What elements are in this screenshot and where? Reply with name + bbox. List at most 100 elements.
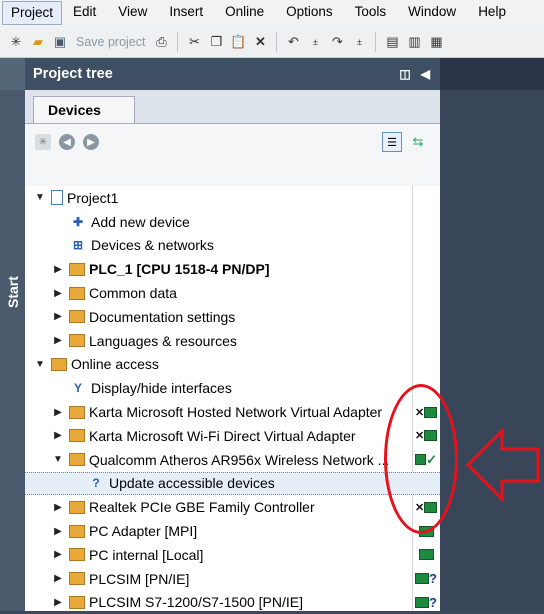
undo-dropdown-icon[interactable]: ±: [305, 32, 325, 52]
menu-insert[interactable]: Insert: [158, 0, 214, 26]
download-icon[interactable]: ▥: [404, 32, 424, 52]
tree-item-label: Online access: [71, 356, 159, 373]
toolbar-divider: [375, 31, 377, 52]
tree-item[interactable]: ▶ Karta Microsoft Hosted Network Virtual …: [25, 400, 440, 424]
tree-item[interactable]: ▼ Project1: [25, 186, 440, 210]
save-project-button[interactable]: Save project: [72, 35, 149, 49]
tree-item-label: Add new device: [91, 213, 190, 230]
toolbar-divider: [177, 31, 179, 52]
add-device-icon: ✚: [72, 214, 84, 229]
menu-help[interactable]: Help: [467, 0, 517, 26]
back-icon[interactable]: ◀: [59, 134, 75, 150]
new-item-icon[interactable]: ✳: [35, 134, 51, 150]
menu-edit[interactable]: Edit: [62, 0, 107, 26]
network-icon: [415, 546, 437, 564]
network-unknown-icon: ?: [415, 570, 437, 588]
upload-icon[interactable]: ▦: [426, 32, 446, 52]
menu-bar: Project Edit View Insert Online Options …: [0, 0, 544, 26]
tree-item-label: PC Adapter [MPI]: [89, 523, 198, 540]
tab-devices[interactable]: Devices: [33, 96, 135, 124]
expand-right-icon[interactable]: ▶: [51, 526, 65, 537]
expand-right-icon[interactable]: ▶: [51, 264, 65, 275]
overview-icon[interactable]: ⇆: [408, 132, 428, 152]
expand-right-icon[interactable]: ▶: [51, 549, 65, 560]
list-view-icon[interactable]: ☰: [382, 132, 402, 152]
plc-icon: [69, 262, 85, 276]
tree-item[interactable]: ▼ Qualcomm Atheros AR956x Wireless Networ…: [25, 448, 440, 472]
start-sidebar[interactable]: Start: [0, 58, 25, 611]
tree-item[interactable]: ✚ Add new device: [25, 210, 440, 234]
adapter-icon: [69, 429, 85, 443]
project-icon: [51, 190, 63, 206]
tree-item[interactable]: ? Update accessible devices: [25, 471, 440, 496]
tree-item[interactable]: ⊞ Devices & networks: [25, 234, 440, 258]
tree-toolbar: ✳ ◀ ▶ ☰ ⇆: [25, 123, 440, 186]
redo-icon[interactable]: ↷: [327, 32, 347, 52]
expand-right-icon[interactable]: ▶: [51, 407, 65, 418]
expand-right-icon[interactable]: ▶: [51, 573, 65, 584]
annotation-arrow-icon: [465, 427, 540, 503]
tree-item-label: Documentation settings: [89, 308, 236, 325]
tree-item-label: Languages & resources: [89, 332, 237, 349]
tree-item[interactable]: ▶ PC Adapter [MPI]: [25, 519, 440, 543]
tree-item[interactable]: ▶ PLC_1 [CPU 1518-4 PN/DP]: [25, 257, 440, 281]
tree-item[interactable]: ▼ Online access: [25, 353, 440, 377]
tree-item[interactable]: Y Display/hide interfaces: [25, 376, 440, 400]
tree-item-label: Common data: [89, 285, 177, 302]
collapse-panel-icon[interactable]: ◀: [421, 67, 430, 81]
tree-item[interactable]: ▶ Documentation settings: [25, 305, 440, 329]
undo-icon[interactable]: ↶: [283, 32, 303, 52]
tree-item-label: Qualcomm Atheros AR956x Wireless Network…: [89, 451, 390, 468]
languages-icon: [69, 334, 85, 348]
paste-icon[interactable]: 📋: [228, 32, 248, 52]
interface-icon: Y: [73, 381, 82, 396]
menu-project[interactable]: Project: [2, 1, 63, 25]
print-icon[interactable]: ⎙: [151, 32, 171, 52]
expand-right-icon[interactable]: ▶: [51, 430, 65, 441]
expand-down-icon[interactable]: ▼: [33, 359, 47, 370]
copy-icon[interactable]: ❐: [206, 32, 226, 52]
expand-right-icon[interactable]: ▶: [51, 335, 65, 346]
tree-item-label: Project1: [67, 189, 119, 206]
tree-item[interactable]: ▶ PLCSIM S7-1200/S7-1500 [PN/IE]?: [25, 591, 440, 614]
tree-item-label: Devices & networks: [91, 237, 214, 254]
project-tree-header: Project tree ◫ ◀: [25, 58, 440, 90]
open-project-icon[interactable]: ▰: [28, 32, 48, 52]
redo-dropdown-icon[interactable]: ±: [349, 32, 369, 52]
expand-right-icon[interactable]: ▶: [51, 502, 65, 513]
cut-icon[interactable]: ✂: [184, 32, 204, 52]
tree-item[interactable]: ▶ Karta Microsoft Wi-Fi Direct Virtual Ad…: [25, 424, 440, 448]
menu-window[interactable]: Window: [397, 0, 467, 26]
tree-item[interactable]: ▶ PLCSIM [PN/IE]?: [25, 567, 440, 591]
menu-view[interactable]: View: [107, 0, 158, 26]
menu-tools[interactable]: Tools: [344, 0, 398, 26]
tree-item-label: PLC_1 [CPU 1518-4 PN/DP]: [89, 261, 270, 278]
expand-right-icon[interactable]: ▶: [51, 597, 65, 608]
compile-icon[interactable]: ▤: [382, 32, 402, 52]
start-label[interactable]: Start: [5, 276, 21, 308]
menu-options[interactable]: Options: [275, 0, 344, 26]
expand-right-icon[interactable]: ▶: [51, 288, 65, 299]
tree-item[interactable]: ▶ Languages & resources: [25, 329, 440, 353]
tree-item[interactable]: ▶ Realtek PCIe GBE Family Controller ✕: [25, 495, 440, 519]
delete-icon[interactable]: ✕: [250, 32, 270, 52]
adapter-icon: [69, 548, 85, 562]
pin-panel-icon[interactable]: ◫: [399, 67, 410, 81]
tabs-area: Devices ✳ ◀ ▶ ☰ ⇆: [25, 90, 440, 186]
toolbar: ✳ ▰ ▣ Save project ⎙ ✂ ❐ 📋 ✕ ↶ ± ↷ ± ▤ ▥…: [0, 26, 544, 58]
expand-right-icon[interactable]: ▶: [51, 311, 65, 322]
tree-item-label: PLCSIM S7-1200/S7-1500 [PN/IE]: [89, 594, 303, 611]
project-tree: ▼ Project1 ✚ Add new device ⊞ Devices & netwo…: [25, 186, 440, 614]
adapter-icon: [69, 572, 85, 586]
tree-item-label: PLCSIM [PN/IE]: [89, 570, 190, 587]
common-data-icon: [69, 286, 85, 300]
expand-down-icon[interactable]: ▼: [51, 454, 65, 465]
tree-item[interactable]: ▶ Common data: [25, 281, 440, 305]
tree-item[interactable]: ▶ PC internal [Local]: [25, 543, 440, 567]
forward-icon[interactable]: ▶: [83, 134, 99, 150]
new-project-icon[interactable]: ✳: [6, 32, 26, 52]
save-icon[interactable]: ▣: [50, 32, 70, 52]
tree-item-label: PC internal [Local]: [89, 546, 204, 563]
menu-online[interactable]: Online: [214, 0, 275, 26]
expand-down-icon[interactable]: ▼: [33, 192, 47, 203]
